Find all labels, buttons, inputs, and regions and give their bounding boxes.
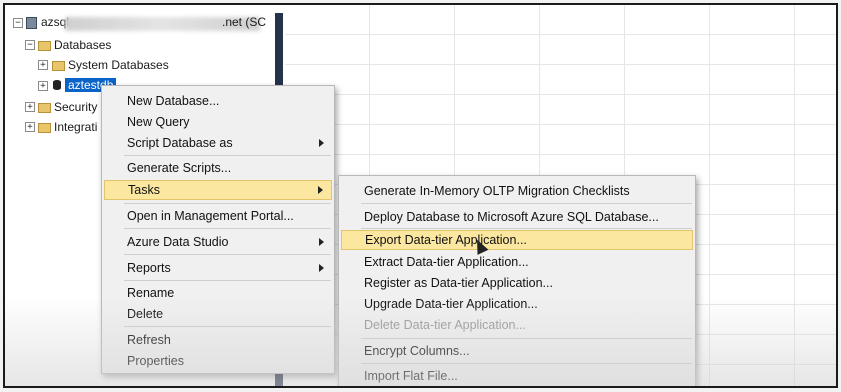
menu-separator [361,338,692,339]
menu-item-delete-data-tier: Delete Data-tier Application... [341,315,693,335]
menu-separator [361,203,692,204]
menu-item-new-database[interactable]: New Database... [104,91,332,111]
menu-item-label: Azure Data Studio [127,235,229,249]
menu-item-delete[interactable]: Delete [104,304,332,324]
menu-separator [124,203,331,204]
menu-separator [124,326,331,327]
menu-separator [361,228,692,229]
menu-item-label: Rename [127,286,175,300]
expand-icon[interactable]: + [25,122,35,132]
menu-item-script-database-as[interactable]: Script Database as [104,133,332,153]
tree-node-system-databases[interactable]: System Databases [68,56,169,74]
expand-icon[interactable]: + [38,60,48,70]
submenu-arrow-icon [318,186,323,194]
menu-item-properties[interactable]: Properties [104,351,332,371]
menu-item-open-management-portal[interactable]: Open in Management Portal... [104,206,332,226]
object-explorer-window: − azsql .net (SC − Databases + System Da… [3,3,838,388]
menu-item-label: Generate In-Memory OLTP Migration Checkl… [364,184,630,198]
menu-item-label: Register as Data-tier Application... [364,276,553,290]
menu-item-reports[interactable]: Reports [104,258,332,278]
menu-item-label: Deploy Database to Microsoft Azure SQL D… [364,210,659,224]
menu-item-export-data-tier[interactable]: Export Data-tier Application... [341,230,693,250]
server-icon [26,17,37,29]
server-label-suffix-text: .net (SC [222,15,267,29]
collapse-icon[interactable]: − [13,18,23,28]
menu-item-label: Generate Scripts... [127,161,232,175]
tree-node-label: Integrati [54,120,98,134]
menu-item-label: Delete [127,307,164,321]
menu-item-label: Reports [127,261,171,275]
menu-separator [124,254,331,255]
menu-separator [124,228,331,229]
menu-item-label: Delete Data-tier Application... [364,318,526,332]
submenu-arrow-icon [319,238,324,246]
menu-item-tasks[interactable]: Tasks [104,180,332,200]
tasks-submenu: Generate In-Memory OLTP Migration Checkl… [338,175,696,386]
folder-icon [52,61,65,71]
menu-item-label: New Query [127,115,190,129]
menu-item-azure-data-studio[interactable]: Azure Data Studio [104,232,332,252]
menu-item-label: Tasks [128,183,160,197]
menu-item-register-data-tier[interactable]: Register as Data-tier Application... [341,273,693,293]
tree-node-label: Security [54,100,98,114]
menu-item-refresh[interactable]: Refresh [104,330,332,350]
tree-node-integration[interactable]: Integrati [54,118,97,136]
server-label-suffix: .net (SC [222,13,266,31]
submenu-arrow-icon [319,139,324,147]
menu-item-label: Script Database as [127,136,233,150]
menu-item-upgrade-data-tier[interactable]: Upgrade Data-tier Application... [341,294,693,314]
tree-node-databases[interactable]: Databases [54,36,111,54]
menu-item-extract-data-tier[interactable]: Extract Data-tier Application... [341,252,693,272]
database-icon [53,80,61,90]
expand-icon[interactable]: + [38,81,48,91]
menu-item-label: Properties [127,354,184,368]
tree-node-security[interactable]: Security [54,98,97,116]
menu-separator [124,280,331,281]
expand-icon[interactable]: + [25,102,35,112]
menu-item-label: Refresh [127,333,171,347]
menu-item-label: Upgrade Data-tier Application... [364,297,538,311]
menu-separator [124,155,331,156]
menu-item-label: Import Flat File... [364,369,458,383]
tree-node-label: System Databases [68,58,169,72]
menu-item-label: Extract Data-tier Application... [364,255,529,269]
menu-item-rename[interactable]: Rename [104,283,332,303]
menu-item-import-flat-file[interactable]: Import Flat File... [341,366,693,386]
folder-icon [38,103,51,113]
menu-item-encrypt-columns[interactable]: Encrypt Columns... [341,341,693,361]
menu-item-label: Open in Management Portal... [127,209,294,223]
menu-item-generate-oltp-checklists[interactable]: Generate In-Memory OLTP Migration Checkl… [341,181,693,201]
menu-item-generate-scripts[interactable]: Generate Scripts... [104,158,332,178]
menu-item-deploy-to-azure[interactable]: Deploy Database to Microsoft Azure SQL D… [341,207,693,227]
tree-node-label: Databases [54,38,112,52]
menu-item-label: Encrypt Columns... [364,344,470,358]
folder-icon [38,123,51,133]
menu-item-new-query[interactable]: New Query [104,112,332,132]
menu-item-label: Export Data-tier Application... [365,233,527,247]
menu-item-label: New Database... [127,94,220,108]
context-menu: New Database... New Query Script Databas… [101,85,335,374]
menu-separator [361,363,692,364]
folder-icon [38,41,51,51]
collapse-icon[interactable]: − [25,40,35,50]
submenu-arrow-icon [319,264,324,272]
